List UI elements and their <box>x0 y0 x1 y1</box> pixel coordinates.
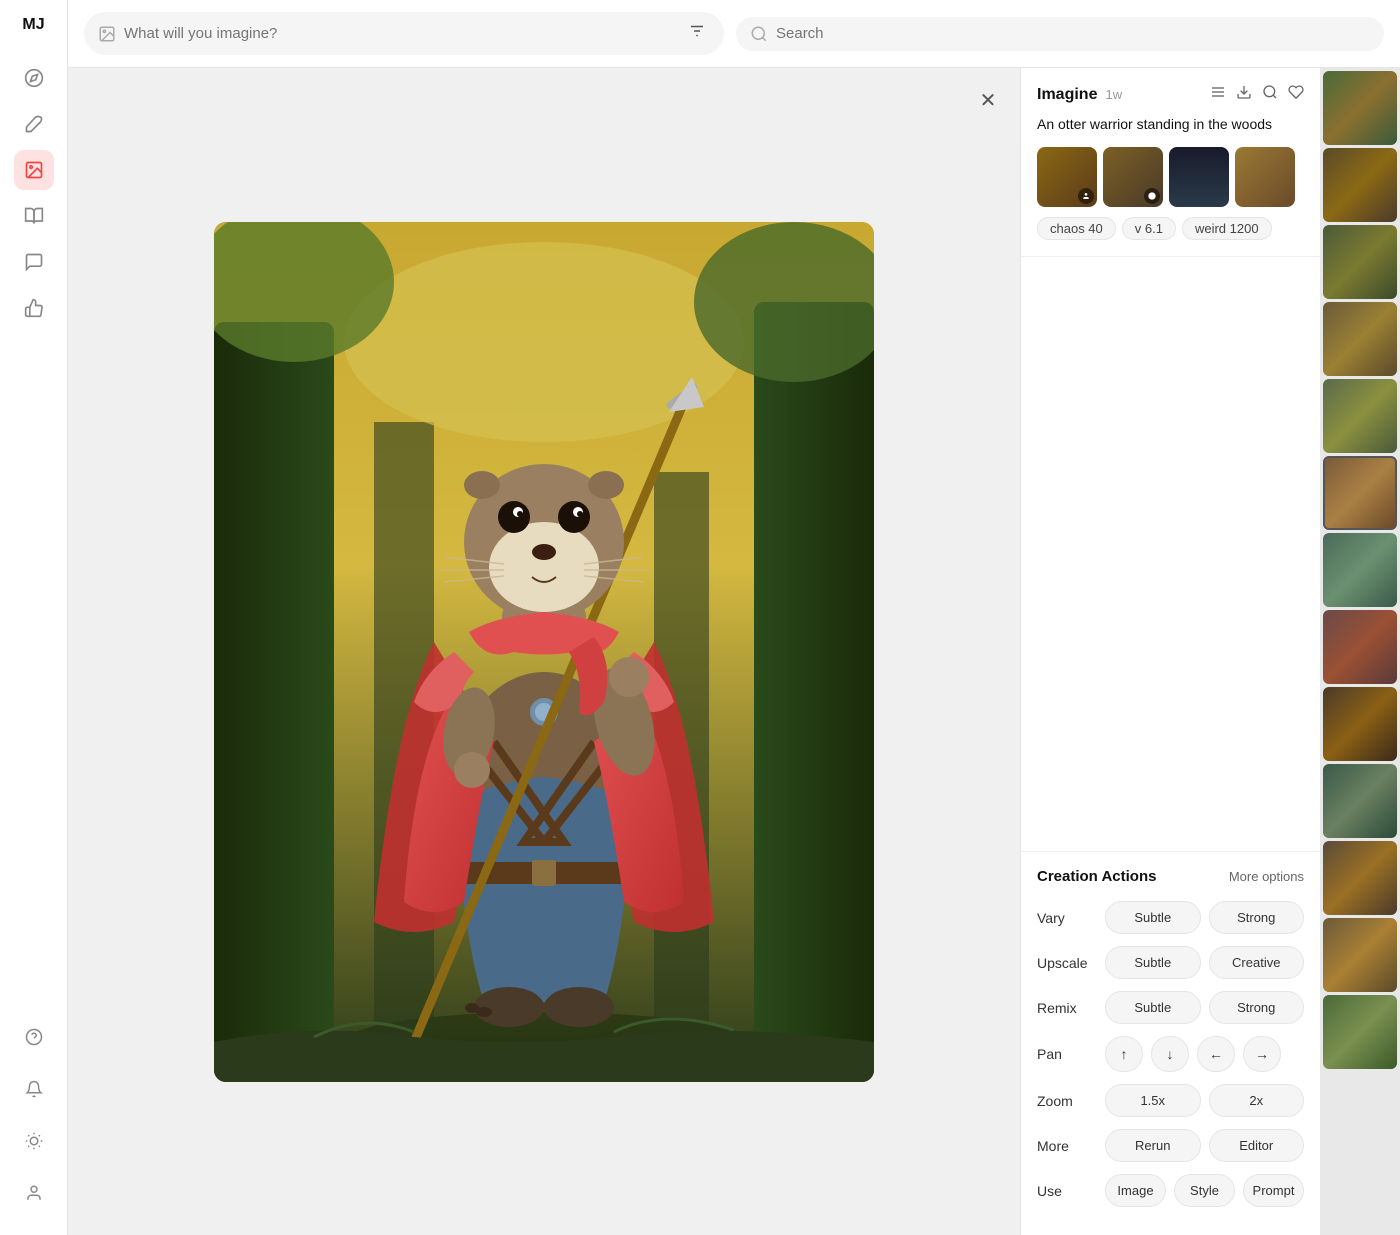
sidebar-item-chat[interactable] <box>14 242 54 282</box>
sidebar: MJ <box>0 0 68 1235</box>
strip-thumb-5[interactable] <box>1323 379 1397 453</box>
more-action-row: More Rerun Editor <box>1037 1129 1304 1162</box>
filter-button[interactable] <box>684 20 710 47</box>
zoom-action-row: Zoom 1.5x 2x <box>1037 1084 1304 1117</box>
more-label: More <box>1037 1138 1097 1154</box>
favorite-button[interactable] <box>1288 84 1304 105</box>
strip-thumb-6[interactable] <box>1323 456 1397 530</box>
strip-thumb-8[interactable] <box>1323 610 1397 684</box>
sidebar-bottom <box>14 1017 54 1219</box>
image-viewer: ✕ <box>68 68 1020 1235</box>
sidebar-item-compass[interactable] <box>14 58 54 98</box>
sidebar-item-book[interactable] <box>14 196 54 236</box>
zoom-label: Zoom <box>1037 1093 1097 1109</box>
main-area: ✕ <box>68 0 1400 1235</box>
main-image-container <box>214 222 874 1082</box>
editor-button[interactable]: Editor <box>1209 1129 1305 1162</box>
right-panel-header: Imagine 1w <box>1021 68 1320 257</box>
thumbnails-row <box>1037 147 1304 207</box>
vary-action-row: Vary Subtle Strong <box>1037 901 1304 934</box>
pan-up-button[interactable]: ↑ <box>1105 1036 1143 1072</box>
strip-thumb-3[interactable] <box>1323 225 1397 299</box>
use-prompt-button[interactable]: Prompt <box>1243 1174 1304 1207</box>
thumb-1-badge <box>1078 188 1094 204</box>
thumb-1[interactable] <box>1037 147 1097 207</box>
thumb-2-badge <box>1144 188 1160 204</box>
pan-label: Pan <box>1037 1046 1097 1062</box>
strip-thumb-2[interactable] <box>1323 148 1397 222</box>
remix-label: Remix <box>1037 1000 1097 1016</box>
strip-thumb-1[interactable] <box>1323 71 1397 145</box>
imagine-actions-group <box>1210 84 1304 105</box>
sidebar-item-image[interactable] <box>14 150 54 190</box>
sidebar-item-profile[interactable] <box>14 1173 54 1213</box>
tag-version[interactable]: v 6.1 <box>1122 217 1176 240</box>
strip-thumb-7[interactable] <box>1323 533 1397 607</box>
global-search-icon <box>750 25 768 43</box>
strip-thumb-11[interactable] <box>1323 841 1397 915</box>
global-search-wrap[interactable] <box>736 17 1384 51</box>
image-search-icon <box>98 25 116 43</box>
imagine-time-label: 1w <box>1105 87 1122 102</box>
vary-label: Vary <box>1037 910 1097 926</box>
close-button[interactable]: ✕ <box>972 84 1004 116</box>
global-search-input[interactable] <box>776 25 1370 42</box>
remix-action-row: Remix Subtle Strong <box>1037 991 1304 1024</box>
sidebar-item-settings[interactable] <box>14 1121 54 1161</box>
remix-strong-button[interactable]: Strong <box>1209 991 1305 1024</box>
use-label: Use <box>1037 1183 1097 1199</box>
vary-subtle-button[interactable]: Subtle <box>1105 901 1201 934</box>
strip-thumb-13[interactable] <box>1323 995 1397 1069</box>
creation-actions-header: Creation Actions More options <box>1037 868 1304 885</box>
strip-thumb-4[interactable] <box>1323 302 1397 376</box>
pan-right-button[interactable]: → <box>1243 1036 1281 1072</box>
sidebar-item-bell[interactable] <box>14 1069 54 1109</box>
sidebar-item-brush[interactable] <box>14 104 54 144</box>
use-style-button[interactable]: Style <box>1174 1174 1235 1207</box>
remix-subtle-button[interactable]: Subtle <box>1105 991 1201 1024</box>
imagine-search-input[interactable] <box>124 25 676 42</box>
topbar <box>68 0 1400 68</box>
upscale-subtle-button[interactable]: Subtle <box>1105 946 1201 979</box>
sidebar-item-thumbup[interactable] <box>14 288 54 328</box>
strip-thumb-10[interactable] <box>1323 764 1397 838</box>
use-image-button[interactable]: Image <box>1105 1174 1166 1207</box>
vary-strong-button[interactable]: Strong <box>1209 901 1305 934</box>
strip-thumb-12[interactable] <box>1323 918 1397 992</box>
thumb-4[interactable] <box>1235 147 1295 207</box>
more-options-button[interactable]: More options <box>1229 869 1304 884</box>
tags-row: chaos 40 v 6.1 weird 1200 <box>1037 217 1304 240</box>
thumbnail-strip <box>1320 68 1400 1235</box>
otter-illustration <box>214 222 874 1082</box>
menu-button[interactable] <box>1210 84 1226 105</box>
use-action-row: Use Image Style Prompt <box>1037 1174 1304 1207</box>
download-button[interactable] <box>1236 84 1252 105</box>
rerun-button[interactable]: Rerun <box>1105 1129 1201 1162</box>
imagine-title-label: Imagine <box>1037 86 1097 104</box>
strip-thumb-9[interactable] <box>1323 687 1397 761</box>
content-area: ✕ <box>68 68 1400 1235</box>
imagine-title-row: Imagine 1w <box>1037 84 1304 105</box>
pan-action-row: Pan ↑ ↓ ← → <box>1037 1036 1304 1072</box>
creation-actions-title: Creation Actions <box>1037 868 1156 885</box>
creation-actions-panel: Creation Actions More options Vary Subtl… <box>1021 851 1320 1235</box>
upscale-creative-button[interactable]: Creative <box>1209 946 1305 979</box>
tag-weird[interactable]: weird 1200 <box>1182 217 1272 240</box>
thumb-3[interactable] <box>1169 147 1229 207</box>
tag-chaos[interactable]: chaos 40 <box>1037 217 1116 240</box>
pan-down-button[interactable]: ↓ <box>1151 1036 1189 1072</box>
prompt-text: An otter warrior standing in the woods <box>1037 115 1304 135</box>
sidebar-item-help[interactable] <box>14 1017 54 1057</box>
imagine-search-wrap[interactable] <box>84 12 724 55</box>
upscale-label: Upscale <box>1037 955 1097 971</box>
zoom-1-5-button[interactable]: 1.5x <box>1105 1084 1201 1117</box>
app-logo: MJ <box>22 16 44 34</box>
thumb-2[interactable] <box>1103 147 1163 207</box>
upscale-action-row: Upscale Subtle Creative <box>1037 946 1304 979</box>
right-panel: Imagine 1w <box>1020 68 1320 1235</box>
pan-left-button[interactable]: ← <box>1197 1036 1235 1072</box>
search-panel-button[interactable] <box>1262 84 1278 105</box>
zoom-2x-button[interactable]: 2x <box>1209 1084 1305 1117</box>
